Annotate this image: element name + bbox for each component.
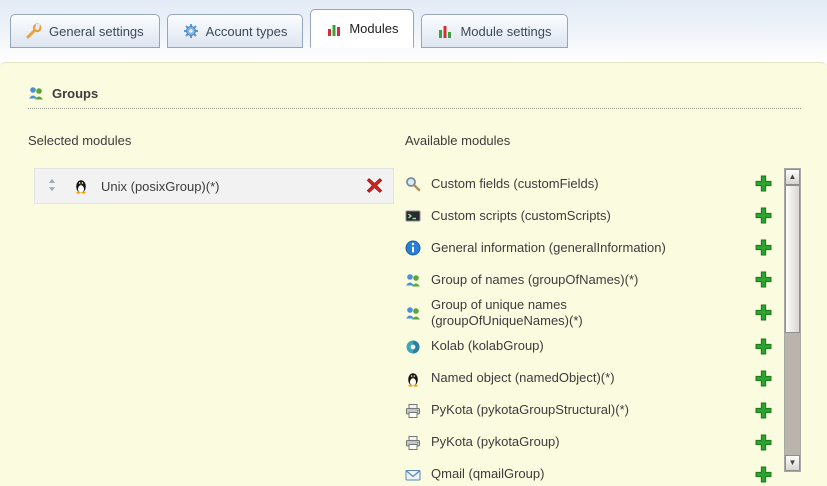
available-module-row: Qmail (qmailGroup) xyxy=(405,459,780,486)
tab-label: Module settings xyxy=(460,24,551,39)
plus-icon xyxy=(754,304,772,322)
tab-label: General settings xyxy=(49,24,144,39)
available-module-label: Kolab (kolabGroup) xyxy=(431,338,703,354)
plus-icon xyxy=(754,175,772,193)
add-module-button[interactable] xyxy=(754,370,780,388)
scroll-up-icon: ▲ xyxy=(789,173,797,181)
magnifier-icon xyxy=(405,176,421,192)
printer-icon xyxy=(405,435,421,451)
gear-icon xyxy=(183,23,199,39)
modules-panel: Groups Selected modules xyxy=(0,62,827,486)
remove-module-button[interactable] xyxy=(365,177,383,195)
available-module-row: PyKota (pykotaGroup) xyxy=(405,427,780,459)
lam-configuration-page: General settings Account types xyxy=(0,0,827,486)
add-module-button[interactable] xyxy=(754,434,780,452)
available-module-row: Custom fields (customFields) xyxy=(405,168,780,200)
plus-icon xyxy=(754,239,772,257)
wrench-icon xyxy=(26,23,42,39)
available-module-row: PyKota (pykotaGroupStructural)(*) xyxy=(405,395,780,427)
script-icon xyxy=(405,208,421,224)
add-module-button[interactable] xyxy=(754,239,780,257)
tab-account-types[interactable]: Account types xyxy=(167,14,304,48)
selected-module-label: Unix (posixGroup)(*) xyxy=(101,179,353,194)
plus-icon xyxy=(754,466,772,484)
modules-icon xyxy=(326,21,342,37)
available-module-row: Custom scripts (customScripts) xyxy=(405,200,780,232)
tux-icon xyxy=(405,371,421,387)
available-module-label: Group of unique names (groupOfUniqueName… xyxy=(431,297,703,330)
add-module-button[interactable] xyxy=(754,466,780,484)
add-module-button[interactable] xyxy=(754,304,780,322)
tux-icon xyxy=(73,178,89,194)
mail-icon xyxy=(405,467,421,483)
tab-module-settings[interactable]: Module settings xyxy=(421,14,567,48)
available-module-row: Group of unique names (groupOfUniqueName… xyxy=(405,296,780,331)
available-module-row: Group of names (groupOfNames)(*) xyxy=(405,264,780,296)
group-icon xyxy=(405,272,421,288)
section-title: Groups xyxy=(52,86,98,101)
available-module-label: Custom fields (customFields) xyxy=(431,176,703,192)
scrollbar-thumb[interactable] xyxy=(785,185,800,333)
kolab-icon xyxy=(405,339,421,355)
tab-modules[interactable]: Modules xyxy=(310,9,414,48)
scroll-down-button[interactable]: ▼ xyxy=(785,455,800,471)
scrollbar-track[interactable] xyxy=(785,333,800,455)
plus-icon xyxy=(754,402,772,420)
tab-general-settings[interactable]: General settings xyxy=(10,14,160,48)
move-handle-icon[interactable] xyxy=(45,178,61,194)
available-module-row: General information (generalInformation) xyxy=(405,232,780,264)
tab-label: Account types xyxy=(206,24,288,39)
available-modules-heading: Available modules xyxy=(405,133,801,148)
add-module-button[interactable] xyxy=(754,175,780,193)
printer-icon xyxy=(405,403,421,419)
info-icon xyxy=(405,240,421,256)
available-module-label: Named object (namedObject)(*) xyxy=(431,370,703,386)
plus-icon xyxy=(754,207,772,225)
selected-modules-heading: Selected modules xyxy=(28,133,405,148)
available-module-label: General information (generalInformation) xyxy=(431,240,703,256)
module-settings-icon xyxy=(437,23,453,39)
available-modules-list: Custom fields (customFields) xyxy=(405,168,780,486)
group-icon xyxy=(28,85,44,101)
plus-icon xyxy=(754,434,772,452)
available-module-label: Qmail (qmailGroup) xyxy=(431,466,703,482)
tab-label: Modules xyxy=(349,21,398,36)
group-icon xyxy=(405,305,421,321)
available-module-row: Kolab (kolabGroup) xyxy=(405,331,780,363)
section-header-groups: Groups xyxy=(28,85,801,109)
available-module-label: PyKota (pykotaGroup) xyxy=(431,434,703,450)
plus-icon xyxy=(754,271,772,289)
available-module-row: Named object (namedObject)(*) xyxy=(405,363,780,395)
selected-module-row: Unix (posixGroup)(*) xyxy=(34,168,394,204)
config-tabbar: General settings Account types xyxy=(10,8,817,48)
add-module-button[interactable] xyxy=(754,207,780,225)
available-module-label: Group of names (groupOfNames)(*) xyxy=(431,272,703,288)
available-module-label: Custom scripts (customScripts) xyxy=(431,208,703,224)
plus-icon xyxy=(754,338,772,356)
scroll-down-icon: ▼ xyxy=(789,459,797,467)
add-module-button[interactable] xyxy=(754,338,780,356)
scroll-up-button[interactable]: ▲ xyxy=(785,169,800,185)
add-module-button[interactable] xyxy=(754,271,780,289)
add-module-button[interactable] xyxy=(754,402,780,420)
plus-icon xyxy=(754,370,772,388)
available-modules-scrollbar[interactable]: ▲ ▼ xyxy=(784,168,801,472)
available-module-label: PyKota (pykotaGroupStructural)(*) xyxy=(431,402,703,418)
delete-icon xyxy=(365,177,383,195)
